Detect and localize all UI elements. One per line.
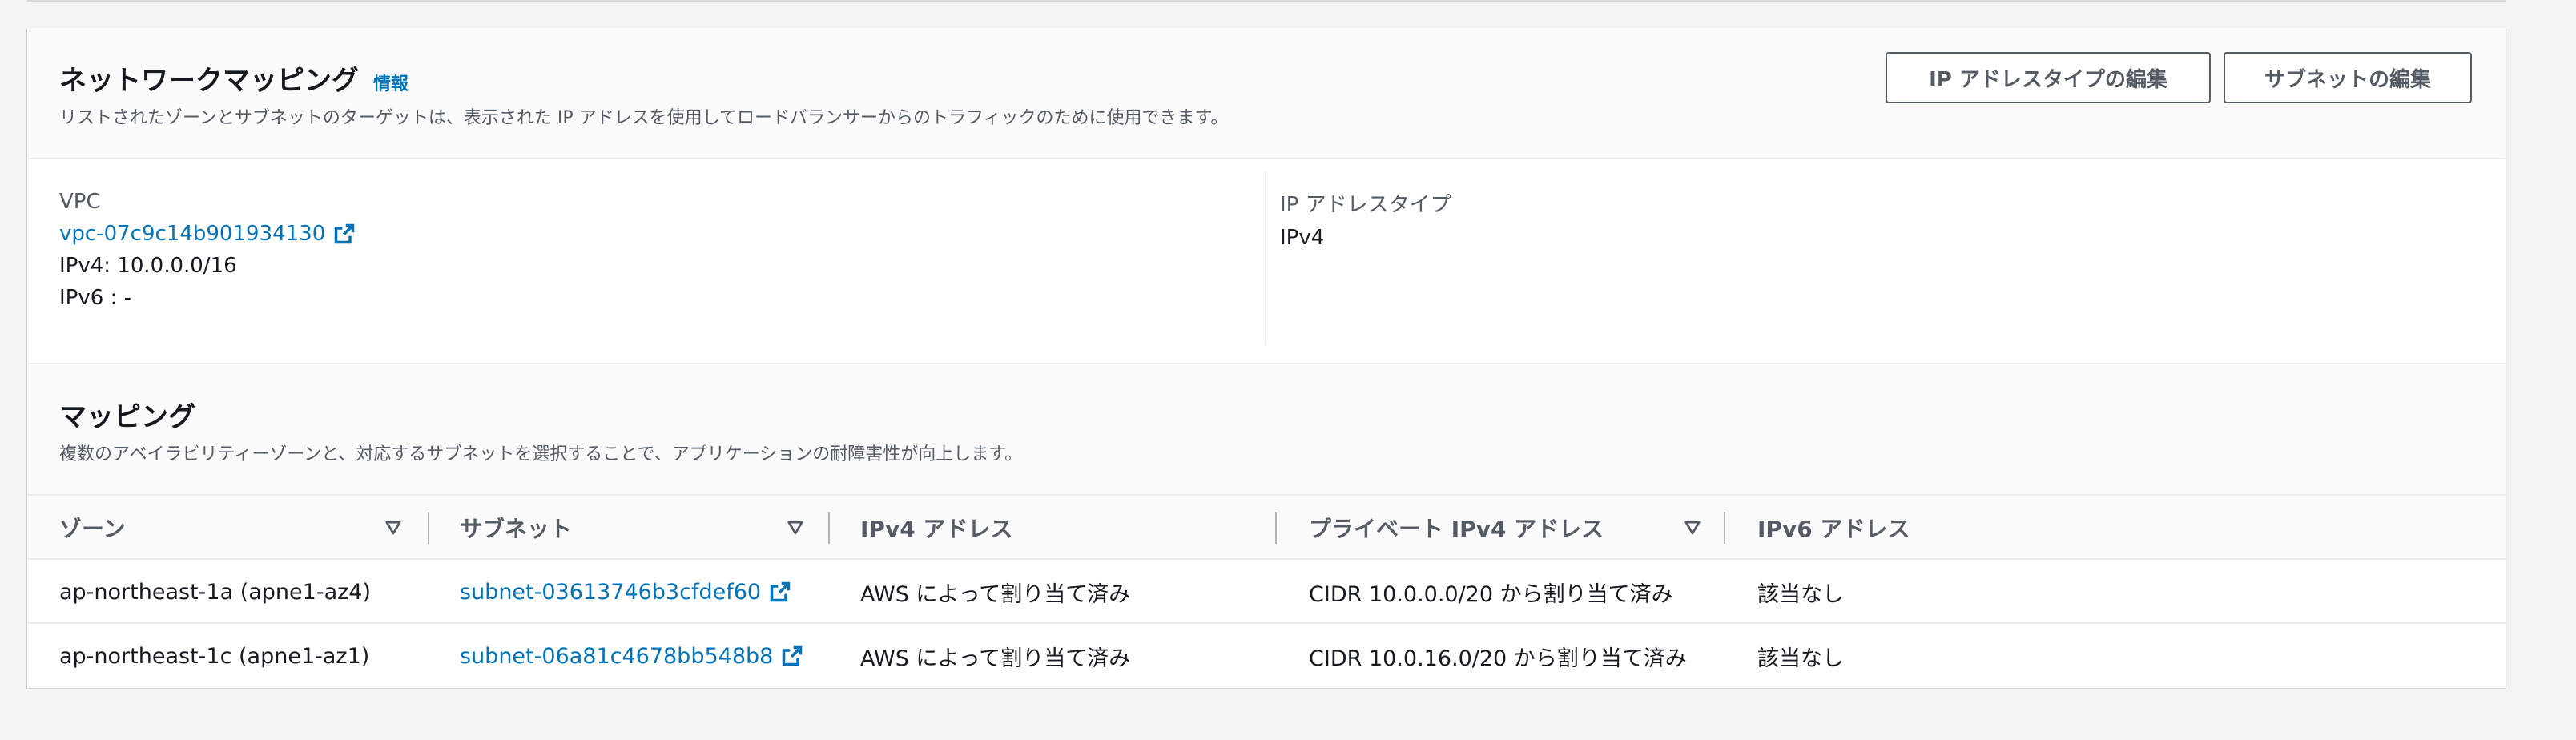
subnet-id[interactable]: subnet-03613746b3cfdef60	[460, 580, 761, 605]
column-resize-handle[interactable]	[828, 512, 830, 544]
private-ipv4-address-cell: CIDR 10.0.0.0/20 から割り当て済み	[1309, 581, 1673, 607]
column-divider	[1265, 172, 1266, 345]
top-divider	[27, 0, 2506, 2]
mappings-description: 複数のアベイラビリティーゾーンと、対応するサブネットを選択することで、アプリケー…	[59, 444, 1023, 465]
table-row: ap-northeast-1a (apne1-az4) subnet-03613…	[27, 560, 2506, 624]
network-mapping-description: リストされたゾーンとサブネットのターゲットは、表示された IP アドレスを使用し…	[59, 108, 1229, 128]
vpc-ipv4-cidr: IPv4: 10.0.0.0/16	[59, 254, 237, 278]
ipv6-address-cell: 該当なし	[1757, 645, 1844, 671]
zone-cell: ap-northeast-1c (apne1-az1)	[59, 643, 370, 669]
info-link[interactable]: 情報	[373, 70, 409, 95]
sort-caret-icon[interactable]	[1684, 520, 1701, 536]
sort-caret-icon[interactable]	[384, 520, 402, 536]
network-mapping-title: ネットワークマッピング	[59, 65, 359, 97]
vpc-label: VPC	[59, 190, 101, 214]
subnet-link[interactable]: subnet-06a81c4678bb548b8	[460, 624, 803, 688]
subnet-id[interactable]: subnet-06a81c4678bb548b8	[460, 644, 773, 669]
network-mapping-panel: ネットワークマッピング 情報 リストされたゾーンとサブネットのターゲットは、表示…	[27, 28, 2506, 688]
edit-ip-address-type-button[interactable]: IP アドレスタイプの編集	[1886, 52, 2211, 103]
ipv4-address-cell: AWS によって割り当て済み	[860, 645, 1131, 671]
network-mapping-header: ネットワークマッピング 情報 リストされたゾーンとサブネットのターゲットは、表示…	[27, 28, 2506, 159]
column-header-private-ipv4-address[interactable]: プライベート IPv4 アドレス	[1309, 496, 1604, 560]
private-ipv4-address-cell: CIDR 10.0.16.0/20 から割り当て済み	[1309, 645, 1687, 671]
mappings-table-header: ゾーン サブネット IPv4 アドレス プライベート IPv4 アドレス IPv…	[27, 496, 2506, 560]
title-row: ネットワークマッピング 情報	[59, 58, 409, 98]
external-link-icon	[770, 581, 791, 602]
ipv6-address-cell: 該当なし	[1757, 581, 1844, 607]
vpc-id[interactable]: vpc-07c9c14b901934130	[59, 222, 325, 246]
ip-address-type-value: IPv4	[1280, 226, 1325, 250]
edit-subnets-button[interactable]: サブネットの編集	[2224, 52, 2472, 103]
table-row: ap-northeast-1c (apne1-az1) subnet-06a81…	[27, 624, 2506, 688]
column-resize-handle[interactable]	[428, 512, 429, 544]
external-link-icon	[335, 223, 355, 244]
vpc-column: VPC vpc-07c9c14b901934130 IPv4: 10.0.0.0…	[59, 190, 356, 310]
vpc-link[interactable]: vpc-07c9c14b901934130	[59, 222, 356, 246]
vpc-ipv6-cidr: IPv6 : -	[59, 286, 131, 310]
sort-caret-icon[interactable]	[787, 520, 804, 536]
mappings-title: マッピング	[59, 401, 195, 433]
zone-cell: ap-northeast-1a (apne1-az4)	[59, 579, 372, 605]
ip-address-type-label: IP アドレスタイプ	[1280, 193, 1451, 217]
column-header-ipv4-address: IPv4 アドレス	[860, 516, 1013, 542]
column-resize-handle[interactable]	[1724, 512, 1725, 544]
external-link-icon	[783, 645, 803, 666]
column-header-zone[interactable]: ゾーン	[59, 496, 126, 560]
column-header-subnet[interactable]: サブネット	[460, 496, 572, 560]
mappings-header: マッピング 複数のアベイラビリティーゾーンと、対応するサブネットを選択することで…	[27, 364, 2506, 496]
column-header-ipv6-address: IPv6 アドレス	[1757, 516, 1910, 542]
subnet-link[interactable]: subnet-03613746b3cfdef60	[460, 560, 791, 624]
ip-address-type-column: IP アドレスタイプ IPv4	[1280, 188, 1451, 250]
ipv4-address-cell: AWS によって割り当て済み	[860, 581, 1131, 607]
column-resize-handle[interactable]	[1275, 512, 1277, 544]
network-details: VPC vpc-07c9c14b901934130 IPv4: 10.0.0.0…	[27, 159, 2506, 364]
